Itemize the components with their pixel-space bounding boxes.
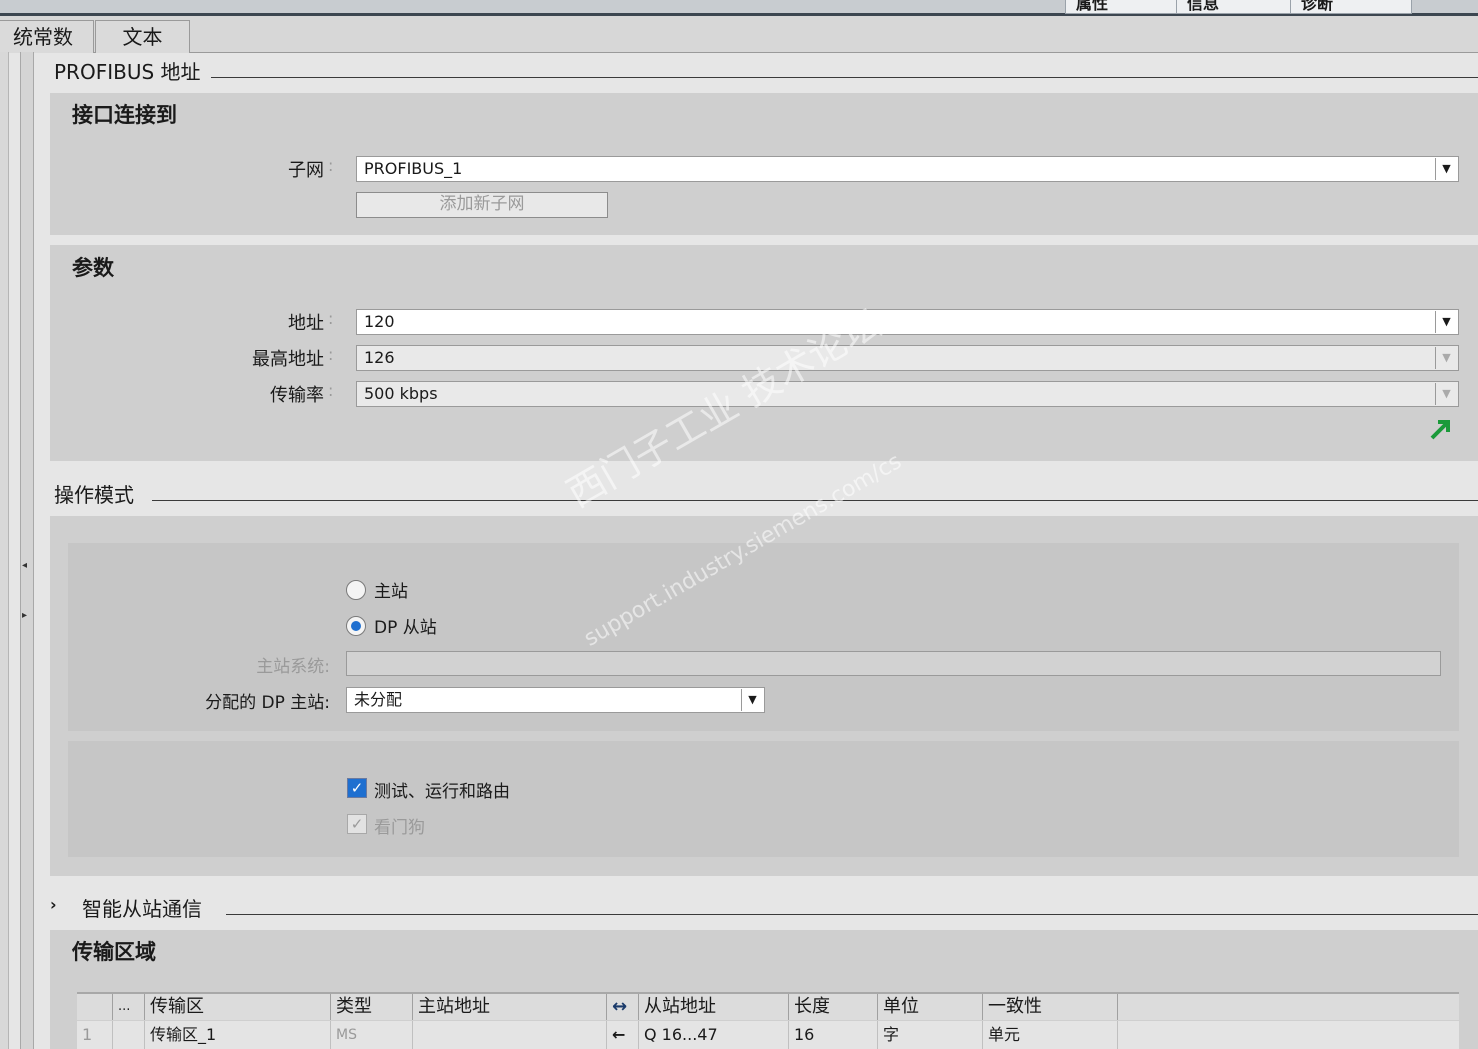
tab-system-constants[interactable]: 统常数 xyxy=(0,20,94,53)
subnet-value: PROFIBUS_1 xyxy=(364,159,463,178)
test-routing-label: 测试、运行和路由 xyxy=(374,782,510,802)
tab-text-label: 文本 xyxy=(122,25,163,49)
tab-diagnostics[interactable]: 诊断 xyxy=(1290,0,1412,14)
tab-text[interactable]: 文本 xyxy=(95,20,190,53)
tab-diagnostics-label: 诊断 xyxy=(1301,0,1334,13)
assigned-master-value: 未分配 xyxy=(354,690,403,709)
table-cell-slave-address[interactable]: Q 16...47 xyxy=(639,1021,789,1049)
table-cell-more[interactable] xyxy=(113,1021,145,1049)
dp-slave-label: DP 从站 xyxy=(374,618,437,638)
tab-system-constants-label: 统常数 xyxy=(13,25,73,49)
highest-address-colon: : xyxy=(328,345,334,364)
highest-address-dropdown[interactable]: 126 xyxy=(356,345,1459,371)
master-label: 主站 xyxy=(374,582,408,602)
add-subnet-button[interactable]: 添加新子网 xyxy=(356,192,608,218)
transfer-rate-value: 500 kbps xyxy=(364,384,438,403)
table-header-filler xyxy=(1118,994,1459,1020)
chevron-down-icon[interactable]: ▼ xyxy=(1435,158,1457,180)
address-value: 120 xyxy=(364,312,395,331)
assigned-master-dropdown[interactable]: 未分配 xyxy=(346,687,765,713)
table-header-rownum xyxy=(77,994,113,1020)
table-cell-master-address[interactable] xyxy=(413,1021,607,1049)
table-cell-consistency[interactable]: 单元 xyxy=(983,1021,1118,1049)
options-group xyxy=(68,741,1459,857)
test-routing-checkbox[interactable]: ✓ xyxy=(347,778,367,798)
highest-address-value: 126 xyxy=(364,348,395,367)
splitter-bar[interactable] xyxy=(20,52,34,1049)
table-cell-direction[interactable]: ← xyxy=(607,1021,639,1049)
table-header-unit[interactable]: 单位 xyxy=(878,994,983,1020)
transfer-area-title: 传输区域 xyxy=(72,940,156,964)
subnet-label: 子网 xyxy=(288,160,324,181)
table-cell-type[interactable]: MS xyxy=(331,1021,413,1049)
assigned-master-label: 分配的 DP 主站: xyxy=(205,693,330,713)
watchdog-checkbox[interactable]: ✓ xyxy=(347,814,367,834)
table-header-master-address[interactable]: 主站地址 xyxy=(413,994,607,1020)
tab-properties-label: 属性 xyxy=(1076,0,1109,13)
master-system-label: 主站系统: xyxy=(256,657,330,677)
transfer-rate-dropdown[interactable]: 500 kbps xyxy=(356,381,1459,407)
table-header-slave-address[interactable]: 从站地址 xyxy=(639,994,789,1020)
dp-slave-radio[interactable] xyxy=(346,616,366,636)
left-tree-edge xyxy=(0,52,9,1049)
expand-arrow-icon[interactable]: › xyxy=(50,895,57,914)
highest-address-label: 最高地址 xyxy=(252,349,324,370)
table-cell-area[interactable]: 传输区_1 xyxy=(145,1021,331,1049)
chevron-down-icon[interactable]: ▼ xyxy=(1435,311,1457,333)
table-row-num: 1 xyxy=(77,1021,113,1049)
transfer-rate-colon: : xyxy=(328,381,334,400)
tab-info-label: 信息 xyxy=(1187,0,1220,13)
table-header-more[interactable]: ... xyxy=(113,994,145,1020)
smart-slave-title[interactable]: 智能从站通信 xyxy=(82,893,212,922)
address-label: 地址 xyxy=(288,313,324,334)
table-header-direction[interactable]: ↔ xyxy=(607,994,639,1020)
address-dropdown[interactable]: 120 xyxy=(356,309,1459,335)
chevron-down-icon[interactable]: ▼ xyxy=(741,689,763,711)
table-cell-length[interactable]: 16 xyxy=(789,1021,878,1049)
transfer-rate-label: 传输率 xyxy=(270,385,324,406)
params-title: 参数 xyxy=(72,256,114,280)
tab-info[interactable]: 信息 xyxy=(1176,0,1298,14)
table-cell-filler xyxy=(1118,1021,1459,1049)
operating-mode-title: 操作模式 xyxy=(54,479,144,508)
subnet-dropdown[interactable]: PROFIBUS_1 xyxy=(356,156,1459,182)
table-header-area[interactable]: 传输区 xyxy=(145,994,331,1020)
section-divider xyxy=(205,77,1478,78)
go-to-network-icon[interactable] xyxy=(1428,414,1454,442)
collapse-left-icon[interactable]: ◂ xyxy=(22,560,27,571)
table-cell-unit[interactable]: 字 xyxy=(878,1021,983,1049)
table-header-type[interactable]: 类型 xyxy=(331,994,413,1020)
interface-title: 接口连接到 xyxy=(72,103,177,127)
chevron-down-icon[interactable]: ▼ xyxy=(1435,383,1457,405)
section-divider xyxy=(226,914,1478,915)
tab-strip xyxy=(0,16,1478,53)
subnet-colon: : xyxy=(328,156,334,175)
address-colon: : xyxy=(328,309,334,328)
table-header-consistency[interactable]: 一致性 xyxy=(983,994,1118,1020)
master-system-field xyxy=(346,651,1441,676)
chevron-down-icon[interactable]: ▼ xyxy=(1435,347,1457,369)
tab-properties[interactable]: 属性 xyxy=(1065,0,1185,14)
watchdog-label: 看门狗 xyxy=(374,818,425,838)
profibus-section-title: PROFIBUS 地址 xyxy=(54,56,211,85)
table-header-length[interactable]: 长度 xyxy=(789,994,878,1020)
expand-right-icon[interactable]: ▸ xyxy=(22,610,27,621)
master-radio[interactable] xyxy=(346,580,366,600)
